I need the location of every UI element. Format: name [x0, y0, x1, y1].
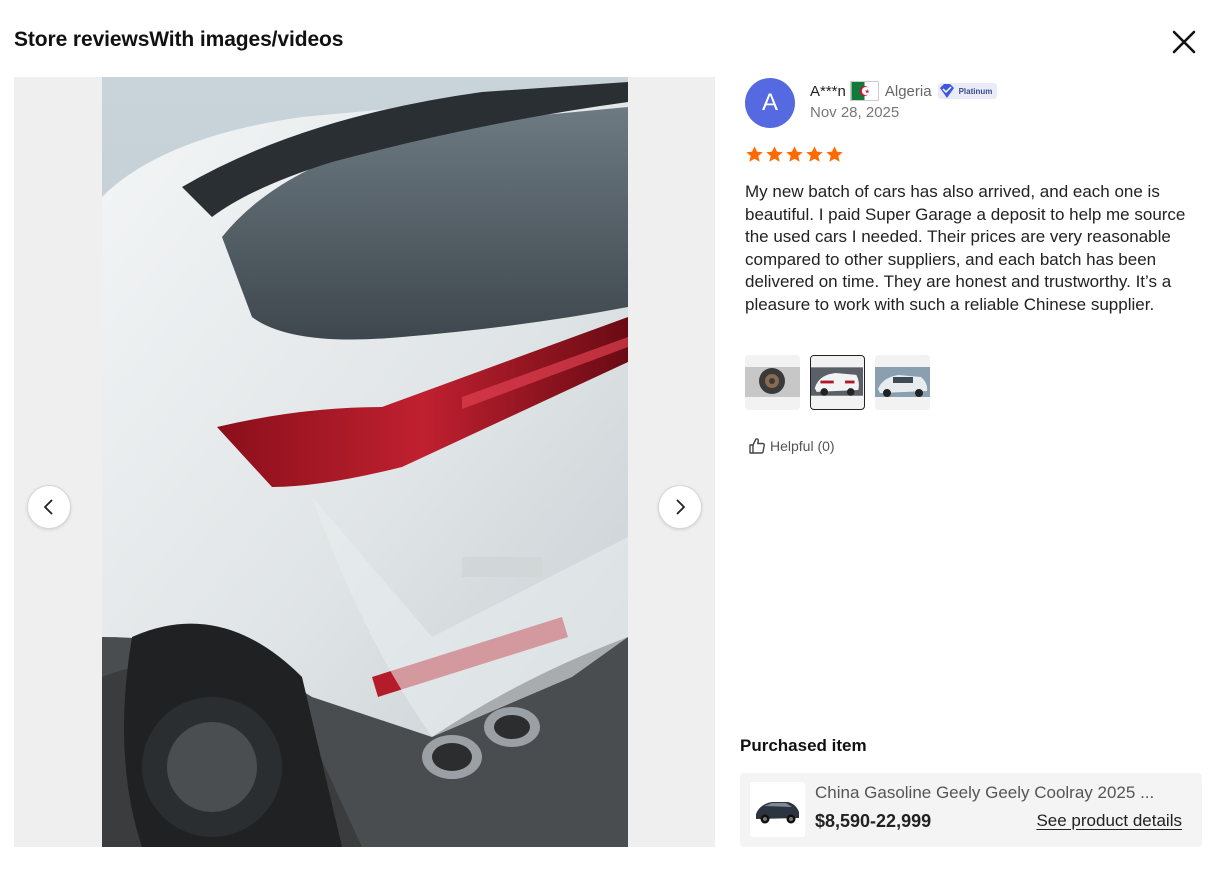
wheel-thumbnail-image	[745, 355, 800, 410]
purchased-item-heading: Purchased item	[740, 736, 867, 755]
helpful-button[interactable]: Helpful (0)	[748, 437, 835, 455]
review-text: My new batch of cars has also arrived, a…	[745, 182, 1186, 314]
review-date: Nov 28, 2025	[810, 104, 900, 121]
media-viewer	[14, 77, 715, 847]
car-thumbnail-image	[750, 782, 805, 837]
close-icon	[1172, 30, 1196, 54]
previous-image-button[interactable]	[27, 485, 71, 529]
helpful-label: Helpful (0)	[770, 438, 835, 454]
reviewer-info: A***n Algeria Platinum	[810, 81, 998, 101]
star-icon	[766, 146, 783, 162]
next-image-button[interactable]	[658, 485, 702, 529]
reviewer-name: A***n	[810, 82, 846, 100]
diamond-icon	[939, 84, 954, 98]
star-rating	[745, 145, 844, 164]
product-price: $8,590-22,999	[815, 811, 932, 831]
chevron-right-icon	[676, 499, 685, 515]
review-photo	[102, 77, 628, 847]
star-icon	[806, 146, 823, 162]
star-icon	[826, 146, 843, 162]
platinum-badge: Platinum	[937, 83, 998, 99]
star-icon	[746, 146, 763, 162]
product-thumbnail	[750, 782, 805, 837]
purchased-product-card[interactable]: China Gasoline Geely Geely Coolray 2025 …	[740, 773, 1202, 847]
algeria-flag-icon	[849, 81, 879, 101]
see-product-details-link[interactable]: See product details	[1036, 811, 1182, 831]
thumbnail-front-suv[interactable]	[875, 355, 930, 410]
rear-suv-thumbnail-image	[811, 356, 863, 408]
thumbs-up-icon	[749, 438, 765, 454]
thumbnail-rear-suv[interactable]	[810, 355, 865, 410]
front-suv-thumbnail-image	[875, 355, 930, 410]
modal-header: Store reviewsWith images/videos	[14, 28, 343, 56]
chevron-left-icon	[44, 499, 53, 515]
review-thumbnails	[745, 355, 930, 410]
modal-title: Store reviewsWith images/videos	[14, 28, 344, 51]
avatar: A	[745, 78, 795, 128]
product-name: China Gasoline Geely Geely Coolray 2025 …	[815, 783, 1155, 802]
thumbnail-wheel[interactable]	[745, 355, 800, 410]
close-button[interactable]	[1168, 26, 1200, 58]
star-icon	[786, 146, 803, 162]
badge-label: Platinum	[958, 86, 993, 96]
reviewer-country: Algeria	[884, 82, 932, 100]
